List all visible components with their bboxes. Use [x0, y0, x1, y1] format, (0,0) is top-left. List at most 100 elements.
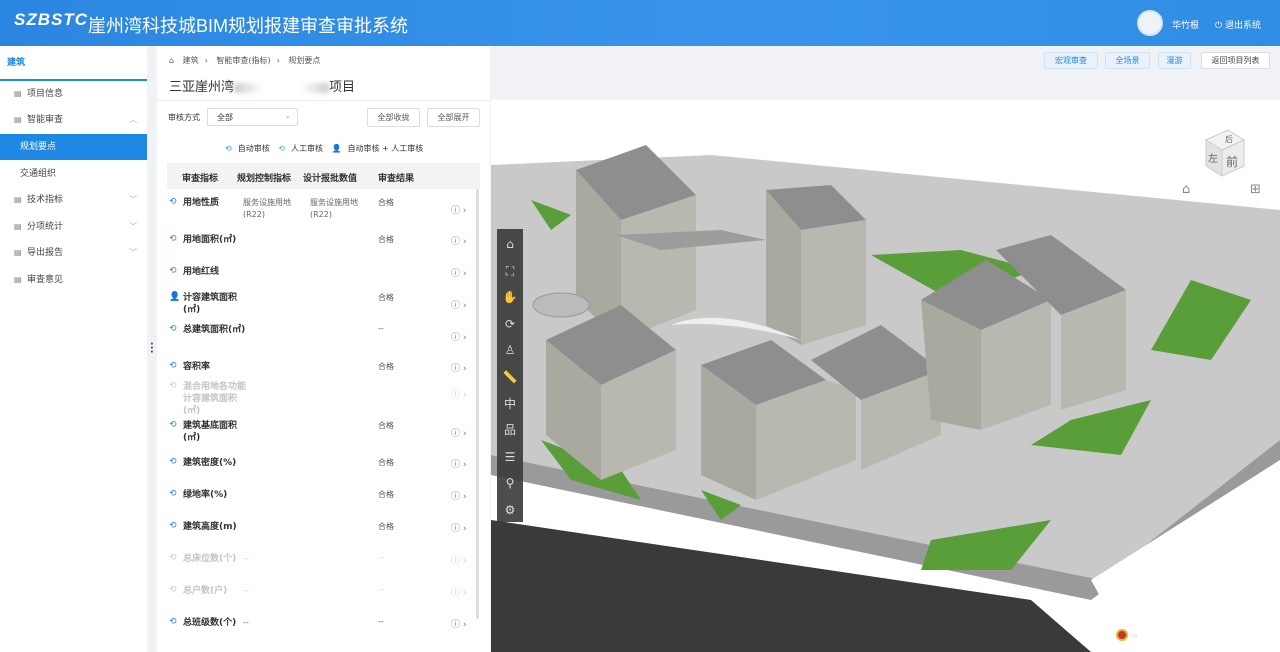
review-mode-select[interactable]: 全部 ⌄ [207, 108, 298, 126]
logout-button[interactable]: ⏻ 退出系统 [1215, 18, 1261, 31]
viewer-toolbar: ⌂ ⛶ ✋ ⟳ ♙ 📏 中品 ☰ ⚲ ⚙ [497, 229, 523, 522]
sidebar-item-label: 项目信息 [27, 89, 64, 99]
select-value: 全部 [217, 113, 233, 122]
sidebar-item-label: 智能审查 [27, 115, 64, 125]
3d-model-scene[interactable] [491, 100, 1280, 652]
avatar[interactable] [1137, 10, 1163, 36]
auto-review-icon: ⟲ [169, 457, 177, 467]
police-badge-icon [1116, 629, 1128, 641]
review-result: -- [378, 585, 384, 594]
macro-review-button[interactable]: 宏观审查 [1044, 52, 1098, 69]
section-icon[interactable]: 中 [497, 391, 523, 417]
info-icon[interactable]: ⓘ › [451, 617, 466, 630]
info-icon[interactable]: ⓘ › [451, 203, 466, 216]
measure-icon[interactable]: 📏 [497, 364, 523, 390]
breadcrumb-item[interactable]: 智能审查(指标) [216, 56, 270, 65]
walk-icon[interactable]: ♙ [497, 337, 523, 363]
fit-icon[interactable]: ⛶ [497, 258, 523, 284]
cube-left[interactable]: 左 [1208, 152, 1218, 165]
chevron-up-icon[interactable]: ︿ [129, 107, 137, 133]
manual-review-icon: ⟲ [278, 144, 285, 153]
review-result: 合格 [378, 522, 394, 531]
info-icon[interactable]: ⓘ › [451, 298, 466, 311]
review-panel: ⌂ 建筑 › 智能审查(指标) › 规划要点 三亚崖州湾 项目 审核方式 全部 ⌄ 全部… [157, 46, 1280, 652]
building [801, 220, 866, 345]
info-icon[interactable]: ⓘ › [451, 553, 466, 566]
tree-icon[interactable]: 品 [497, 417, 523, 443]
chevron-down-icon: ⌄ [284, 111, 291, 120]
indicator-name: 建筑基底面积(㎡) [183, 421, 238, 443]
user-icon: 👤 [169, 292, 181, 302]
chevron-down-icon[interactable]: ﹀ [129, 240, 137, 266]
auto-review-icon: ⟲ [169, 420, 177, 430]
user-name[interactable]: 华竹根 [1172, 18, 1199, 31]
sidebar-item[interactable]: ▤ 智能审查 ︿ [0, 107, 147, 133]
breadcrumb-item[interactable]: 建筑 [183, 56, 199, 65]
sidebar: 建筑 ▤ 项目信息 ▤ 智能审查 ︿ 规划要点 交通组织 ▤ 技术指标 ﹀ ▤ 分项统计 ﹀ ▤ 导出报告 ﹀… [0, 46, 147, 652]
indicator-name: 总班级数(个) [183, 618, 237, 628]
bim-3d-viewer[interactable] [491, 100, 1280, 652]
settings-icon[interactable]: ⚙ [497, 497, 523, 523]
info-icon[interactable]: ⓘ › [451, 426, 466, 439]
sidebar-item[interactable]: ▤ 项目信息 [0, 81, 147, 107]
title-prefix: 三亚崖州湾 [169, 80, 235, 95]
chevron-down-icon[interactable]: ﹀ [129, 187, 137, 213]
orbit-icon[interactable]: ⟳ [497, 311, 523, 337]
roam-button[interactable]: 漫游 [1158, 52, 1191, 69]
info-icon[interactable]: ⓘ › [451, 457, 466, 470]
view-cube[interactable]: 后 左 前 [1198, 128, 1246, 178]
review-icon: ▤ [14, 115, 22, 124]
info-icon[interactable]: ⓘ › [451, 585, 466, 598]
scrollbar[interactable] [476, 189, 479, 619]
info-icon[interactable]: ⓘ › [451, 266, 466, 279]
home-icon[interactable]: ⌂ [169, 56, 174, 65]
sidebar-item[interactable]: 规划要点 [0, 134, 147, 160]
info-icon[interactable]: ⓘ › [451, 330, 466, 343]
indicator-name: 总建筑面积(㎡) [183, 325, 246, 335]
pan-icon[interactable]: ✋ [497, 284, 523, 310]
sidebar-item[interactable]: ▤ 技术指标 ﹀ [0, 187, 147, 213]
info-icon[interactable]: ⓘ › [451, 234, 466, 247]
resize-handle[interactable]: · · · [150, 340, 154, 358]
grid-view-icon[interactable]: ⊞ [1250, 182, 1261, 197]
info-icon[interactable]: ⓘ › [451, 521, 466, 534]
building-icon: ▤ [14, 195, 22, 204]
sidebar-item-label: 导出报告 [27, 248, 64, 258]
back-to-list-button[interactable]: 返回项目列表 [1201, 52, 1270, 69]
full-scene-button[interactable]: 全场景 [1105, 52, 1150, 69]
logo: SZBSTC [14, 10, 88, 29]
view-home-icon[interactable]: ⌂ [1182, 182, 1190, 197]
info-icon[interactable]: ⓘ › [451, 489, 466, 502]
sidebar-item-label: 审查意见 [27, 275, 64, 285]
sidebar-item[interactable]: 交通组织 [0, 161, 147, 187]
auto-review-icon: ⟲ [225, 144, 232, 153]
title-suffix: 项目 [329, 80, 356, 95]
sidebar-category[interactable]: 建筑 [0, 46, 147, 81]
search-icon[interactable]: ⚲ [497, 470, 523, 496]
info-icon[interactable]: ⓘ › [451, 387, 466, 400]
cube-top[interactable]: 后 [1225, 134, 1233, 144]
home-icon[interactable]: ⌂ [497, 231, 523, 257]
auto-review-icon: ⟲ [169, 553, 177, 563]
round-tower [532, 292, 590, 318]
sidebar-item-label: 技术指标 [27, 195, 64, 205]
design-value: 服务设施用地(R22) [310, 198, 358, 219]
power-icon: ⏻ [1215, 21, 1225, 31]
chevron-down-icon[interactable]: ﹀ [129, 214, 137, 240]
sidebar-item[interactable]: ▤ 分项统计 ﹀ [0, 214, 147, 240]
indicator-name: 用地红线 [183, 267, 220, 277]
control-value: -- [243, 618, 249, 627]
expand-all-button[interactable]: 全部展开 [427, 108, 480, 127]
sidebar-item[interactable]: ▤ 审查意见 [0, 267, 147, 293]
auto-review-icon: ⟲ [169, 381, 177, 391]
review-result: 合格 [378, 421, 394, 430]
indicator-name: 建筑密度(%) [183, 458, 237, 468]
user-icon: 👤 [331, 144, 342, 153]
indicator-name: 用地面积(㎡) [183, 235, 237, 245]
sidebar-item[interactable]: ▤ 导出报告 ﹀ [0, 240, 147, 266]
info-icon[interactable]: ⓘ › [451, 361, 466, 374]
cube-front[interactable]: 前 [1226, 154, 1238, 169]
opinion-icon: ▤ [14, 275, 22, 284]
properties-icon[interactable]: ☰ [497, 444, 523, 470]
collapse-all-button[interactable]: 全部收拢 [367, 108, 420, 127]
